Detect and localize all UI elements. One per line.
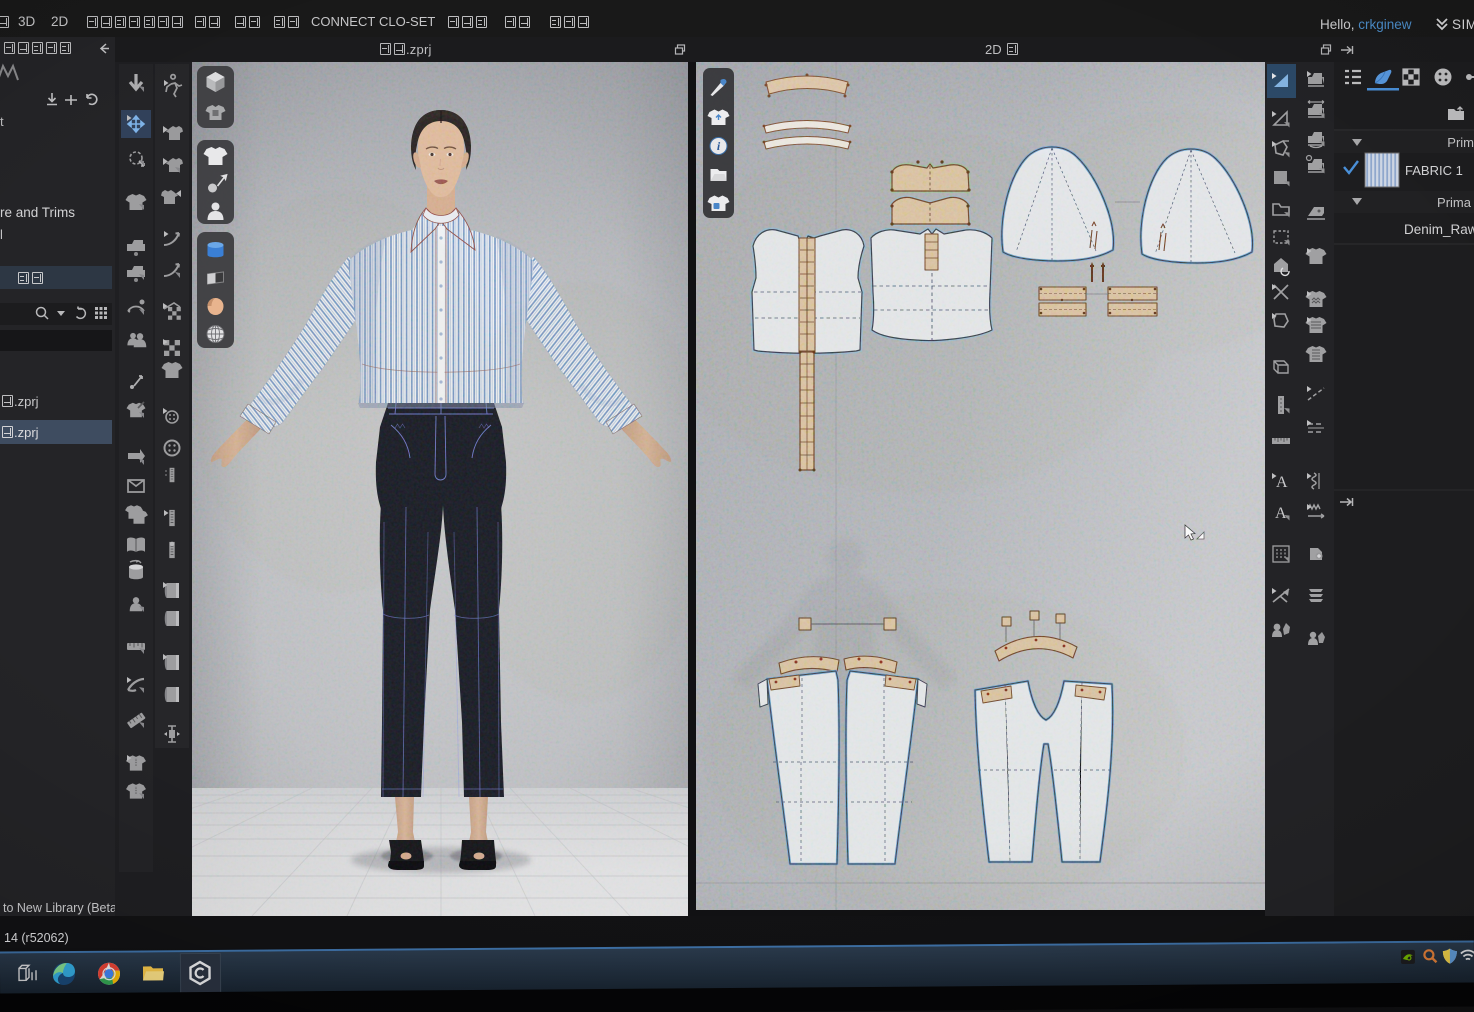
svg-text:FABRIC 1: FABRIC 1 [1405, 163, 1463, 178]
svg-text:Prim: Prim [1447, 135, 1474, 150]
svg-text:Prima: Prima [1437, 195, 1472, 210]
svg-text:A: A [1276, 474, 1288, 491]
svg-text:Denim_Raw: Denim_Raw [1404, 222, 1474, 237]
svg-text:A: A [1275, 505, 1287, 522]
